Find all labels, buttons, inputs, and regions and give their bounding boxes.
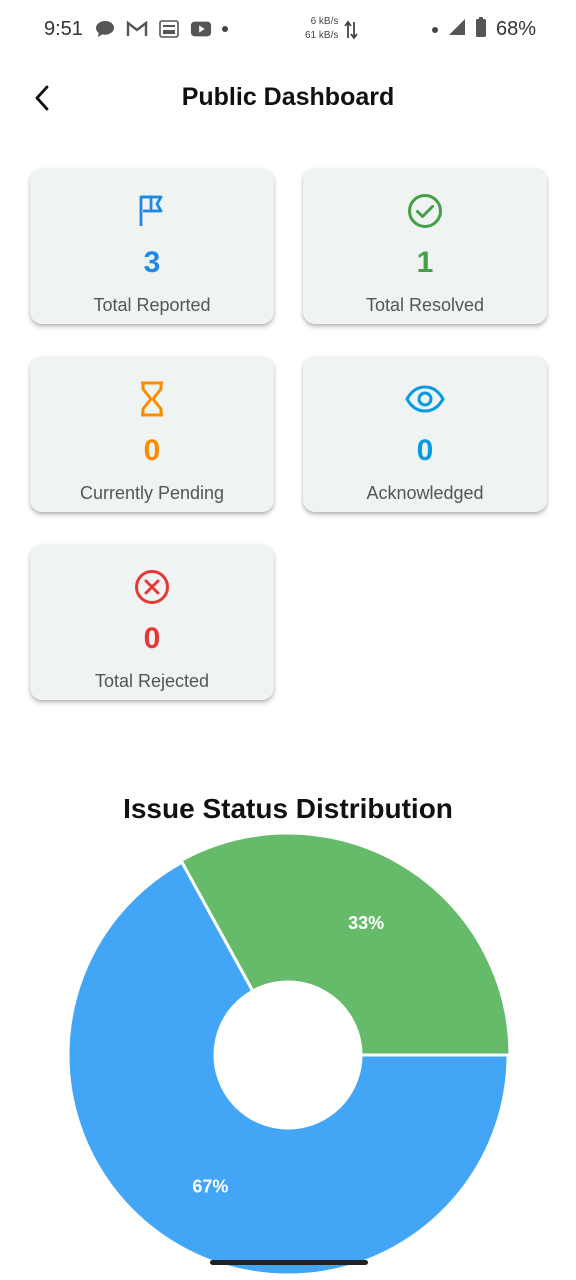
check-circle-icon (303, 192, 547, 230)
tata-1mg-icon (158, 19, 180, 39)
stat-card-total-rejected: 0 Total Rejected (30, 544, 274, 700)
speed-down: 61 kB/s (305, 30, 339, 41)
cancel-circle-icon (30, 568, 274, 606)
stat-card-currently-pending: 0 Currently Pending (30, 356, 274, 512)
stat-value: 0 (143, 434, 161, 467)
stat-card-total-resolved: 1 Total Resolved (303, 168, 547, 324)
stat-label: Currently Pending (79, 483, 225, 503)
stat-value: 3 (143, 246, 161, 279)
stat-value: 0 (143, 622, 161, 655)
notification-icons (94, 19, 228, 39)
stat-value: 0 (416, 434, 434, 467)
gmail-icon (126, 19, 148, 39)
stat-label: Total Resolved (365, 295, 485, 315)
hourglass-icon (30, 380, 274, 418)
stat-value: 1 (416, 246, 434, 279)
system-indicators: 68% (431, 17, 536, 42)
battery-percent: 68% (495, 18, 536, 40)
pie-slice-2 (179, 831, 512, 1057)
stat-label: Total Rejected (94, 671, 210, 691)
chart-title: Issue Status Distribution (123, 793, 453, 824)
status-time: 9:51 (44, 18, 83, 40)
status-bar: 9:51 6 kB/s 61 kB/s 68% (0, 0, 576, 60)
pie-slice-label-1: 67% (192, 1176, 228, 1196)
pie-slice-label-2: 33% (348, 913, 384, 933)
page-title: Public Dashboard (181, 83, 395, 111)
speed-up: 6 kB/s (310, 16, 339, 27)
signal-icon (448, 18, 466, 41)
stat-label: Total Reported (93, 295, 211, 315)
network-speed: 6 kB/s 61 kB/s (305, 15, 338, 43)
eye-icon (303, 380, 547, 418)
data-transfer-icon (344, 20, 358, 45)
indicator-dot-icon (431, 26, 438, 33)
stat-card-total-reported: 3 Total Reported (30, 168, 274, 324)
home-indicator (210, 1260, 368, 1265)
stat-label: Acknowledged (366, 483, 484, 503)
youtube-icon (190, 19, 212, 39)
stat-card-acknowledged: 0 Acknowledged (303, 356, 547, 512)
chat-bubble-icon (94, 19, 116, 39)
issue-status-donut-chart: 67% 33% (66, 831, 512, 1277)
flag-icon (30, 192, 274, 230)
more-notifications-dot-icon (222, 26, 228, 32)
battery-icon (475, 17, 486, 42)
